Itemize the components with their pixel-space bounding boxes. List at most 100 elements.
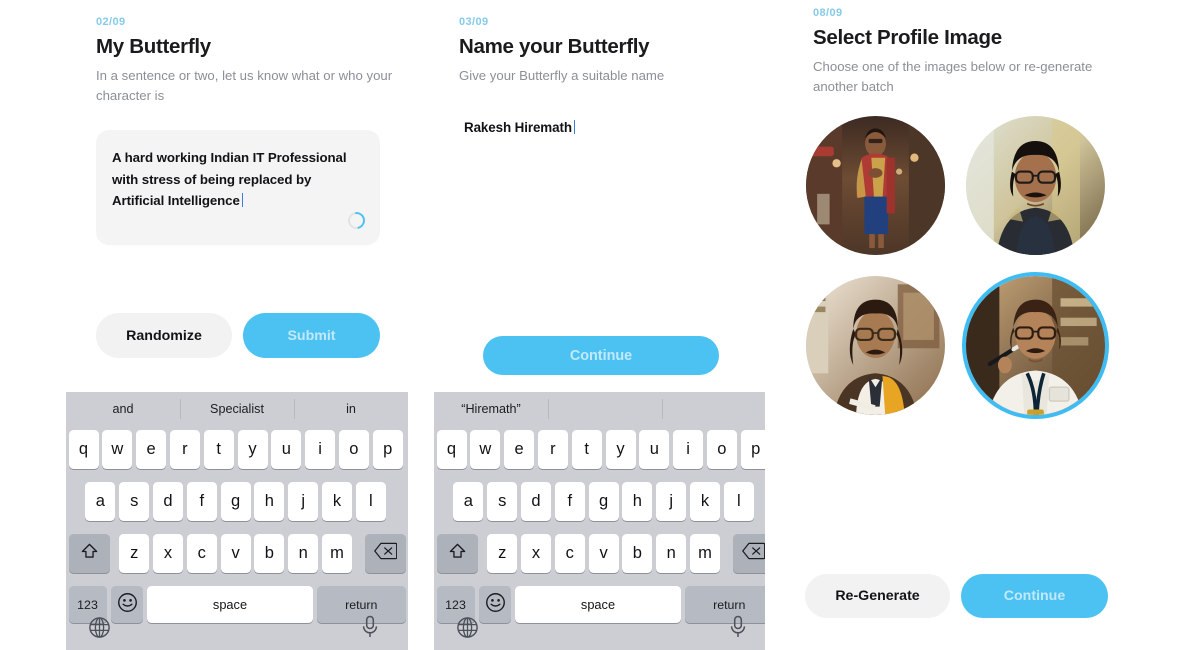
key-f[interactable]: f — [554, 482, 585, 521]
butterfly-name-input[interactable]: Rakesh Hiremath — [464, 120, 576, 135]
keyboard-row-1: qwertyuiop — [66, 430, 408, 469]
on-screen-keyboard-middle[interactable]: “Hiremath” q w e r t y u i o p a s d f g h j k l z x c v b n m 123 s… — [434, 392, 765, 650]
suggestion-3[interactable]: in — [294, 392, 408, 426]
keyboard-row-3: zxcvbnm — [66, 534, 408, 573]
regenerate-button[interactable]: Re-Generate — [805, 574, 950, 618]
shift-key[interactable] — [436, 534, 478, 573]
randomize-button[interactable]: Randomize — [96, 313, 232, 358]
step-indicator-middle: 03/09 — [459, 16, 489, 28]
profile-image-option-3[interactable] — [806, 276, 945, 415]
key-k[interactable]: k — [322, 482, 352, 521]
key-x[interactable]: x — [153, 534, 183, 573]
key-r[interactable]: r — [169, 430, 200, 469]
key-b[interactable]: b — [254, 534, 285, 573]
key-y[interactable]: y — [605, 430, 636, 469]
key-n[interactable]: n — [656, 534, 687, 573]
panel-name-your-butterfly: 03/09 Name your Butterfly Give your Butt… — [459, 16, 779, 86]
key-j[interactable]: j — [288, 482, 319, 521]
microphone-icon[interactable] — [360, 615, 380, 644]
key-z[interactable]: z — [119, 534, 150, 573]
key-h[interactable]: h — [254, 482, 285, 521]
character-prompt-value: A hard working Indian IT Professional wi… — [112, 150, 347, 209]
key-h[interactable]: h — [622, 482, 653, 521]
key-s[interactable]: s — [119, 482, 150, 521]
backspace-key[interactable] — [732, 534, 765, 573]
key-i[interactable]: i — [673, 430, 704, 469]
key-z[interactable]: z — [487, 534, 518, 573]
suggestion-2[interactable]: Specialist — [180, 392, 294, 426]
keyboard-bottom-bar — [66, 608, 408, 650]
suggestion-divider — [180, 399, 181, 419]
key-d[interactable]: d — [521, 482, 551, 521]
key-q[interactable]: q — [68, 430, 99, 469]
autocomplete-suggestion-bar: “Hiremath” — [434, 392, 765, 426]
key-w[interactable]: w — [470, 430, 501, 469]
key-g[interactable]: g — [220, 482, 251, 521]
backspace-key[interactable] — [364, 534, 406, 573]
suggestion-3[interactable] — [662, 392, 765, 426]
key-c[interactable]: c — [186, 534, 217, 573]
suggestion-2[interactable] — [548, 392, 662, 426]
key-m[interactable]: m — [322, 534, 352, 573]
submit-button[interactable]: Submit — [243, 313, 380, 358]
key-j[interactable]: j — [656, 482, 687, 521]
key-m[interactable]: m — [690, 534, 720, 573]
key-q[interactable]: q — [436, 430, 467, 469]
key-r[interactable]: r — [537, 430, 568, 469]
key-u[interactable]: u — [639, 430, 670, 469]
suggestion-1[interactable]: “Hiremath” — [434, 392, 548, 426]
key-p[interactable]: p — [372, 430, 403, 469]
text-caret — [573, 120, 576, 134]
suggestion-divider — [662, 399, 663, 419]
page-subtitle-right: Choose one of the images below or re-gen… — [813, 59, 1093, 94]
key-y[interactable]: y — [237, 430, 268, 469]
avatar-image-1 — [806, 116, 945, 255]
key-l[interactable]: l — [355, 482, 386, 521]
key-a[interactable]: a — [85, 482, 116, 521]
key-t[interactable]: t — [203, 430, 234, 469]
page-title-middle: Name your Butterfly — [459, 35, 650, 58]
key-v[interactable]: v — [588, 534, 619, 573]
autocomplete-suggestion-bar: and Specialist in — [66, 392, 408, 426]
key-s[interactable]: s — [487, 482, 518, 521]
key-t[interactable]: t — [571, 430, 602, 469]
step-indicator-right: 08/09 — [813, 7, 843, 19]
shift-key[interactable] — [68, 534, 110, 573]
key-e[interactable]: e — [136, 430, 167, 469]
keyboard-row-1: qwertyuiop — [434, 430, 765, 469]
key-f[interactable]: f — [186, 482, 217, 521]
suggestion-1[interactable]: and — [66, 392, 180, 426]
suggestion-divider — [548, 399, 549, 419]
key-i[interactable]: i — [305, 430, 336, 469]
avatar-image-4 — [962, 272, 1109, 419]
loading-spinner-icon — [344, 208, 369, 233]
key-o[interactable]: o — [338, 430, 369, 469]
microphone-icon[interactable] — [728, 615, 748, 644]
on-screen-keyboard-left[interactable]: and Specialist in q w e r t y u i o p a s d f g h j k l z x c v b n… — [66, 392, 408, 650]
key-c[interactable]: c — [554, 534, 585, 573]
key-e[interactable]: e — [504, 430, 535, 469]
key-d[interactable]: d — [153, 482, 183, 521]
globe-icon[interactable] — [456, 616, 479, 644]
key-b[interactable]: b — [622, 534, 653, 573]
keyboard-bottom-bar — [434, 608, 765, 650]
profile-image-option-2[interactable] — [966, 116, 1105, 255]
key-x[interactable]: x — [521, 534, 551, 573]
key-o[interactable]: o — [706, 430, 737, 469]
key-w[interactable]: w — [102, 430, 133, 469]
continue-button-middle[interactable]: Continue — [483, 336, 719, 375]
key-n[interactable]: n — [288, 534, 319, 573]
profile-image-option-4[interactable] — [962, 272, 1109, 419]
key-u[interactable]: u — [271, 430, 302, 469]
key-l[interactable]: l — [723, 482, 754, 521]
key-v[interactable]: v — [220, 534, 251, 573]
globe-icon[interactable] — [88, 616, 111, 644]
key-a[interactable]: a — [453, 482, 484, 521]
app-screenshot: 02/09 My Butterfly In a sentence or two,… — [0, 0, 1200, 650]
character-prompt-textarea[interactable]: A hard working Indian IT Professional wi… — [96, 130, 380, 245]
profile-image-option-1[interactable] — [806, 116, 945, 255]
continue-button-right[interactable]: Continue — [961, 574, 1108, 618]
key-p[interactable]: p — [740, 430, 765, 469]
key-k[interactable]: k — [690, 482, 720, 521]
key-g[interactable]: g — [588, 482, 619, 521]
